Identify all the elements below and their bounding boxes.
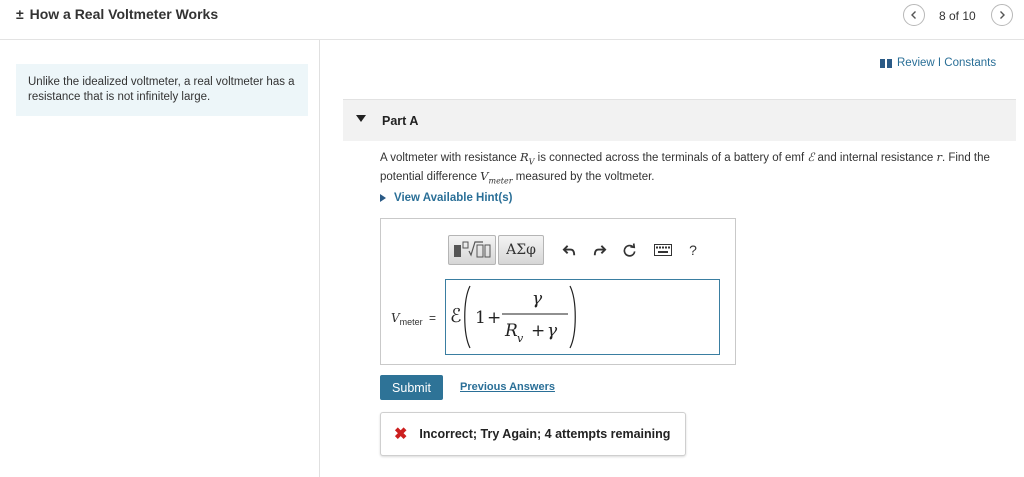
greek-symbols-button[interactable]: ΑΣφ [498, 235, 544, 265]
title-prefix: ± [16, 6, 24, 22]
part-a-header[interactable]: Part A [343, 99, 1016, 141]
right-paren [569, 285, 576, 349]
answer-var-sub: meter [399, 317, 423, 327]
redo-icon [593, 244, 606, 255]
eq-den-r: R [504, 321, 518, 341]
eq-numerator: γ [532, 289, 543, 309]
question-fragment: A voltmeter with resistance [380, 152, 520, 164]
eq-den-plus: + [531, 321, 545, 341]
sidebar-divider [319, 40, 320, 477]
reset-icon [623, 242, 635, 257]
feedback-text: Incorrect; Try Again; 4 attempts remaini… [419, 427, 671, 441]
templates-icon [454, 241, 491, 258]
eq-one: 1 [475, 308, 486, 328]
left-paren [464, 285, 471, 349]
keyboard-icon [654, 244, 672, 256]
question-fragment: is connected across the terminals of a b… [534, 152, 808, 164]
page-title: ± How a Real Voltmeter Works [16, 6, 218, 22]
error-x-icon: ✖ [394, 426, 408, 443]
eq-den-sub: v [517, 332, 524, 345]
rv-symbol: RV [519, 150, 534, 166]
caret-right-icon [380, 194, 386, 202]
intro-text: Unlike the idealized voltmeter, a real v… [28, 76, 295, 103]
caret-down-icon [356, 115, 366, 122]
question-text: A voltmeter with resistance RV is connec… [380, 150, 1016, 189]
view-hints-label: View Available Hint(s) [394, 192, 513, 204]
submit-button[interactable]: Submit [380, 375, 443, 400]
top-bar: ± How a Real Voltmeter Works 8 of 10 [0, 0, 1024, 40]
review-constants-link[interactable]: Review I Constants [880, 57, 996, 69]
vmeter-symbol: Vmeter [480, 169, 513, 186]
math-toolbar: ΑΣφ ? [448, 233, 708, 267]
templates-button[interactable] [448, 235, 496, 265]
view-hints-link[interactable]: View Available Hint(s) [380, 192, 512, 204]
chevron-left-icon [911, 11, 916, 19]
title-text: How a Real Voltmeter Works [29, 6, 219, 22]
question-fragment: and internal resistance [814, 152, 937, 164]
previous-item-button[interactable] [903, 4, 925, 26]
equation-render: ℰ 1 + γ R v + γ [450, 285, 576, 349]
item-counter: 8 of 10 [939, 9, 976, 23]
next-item-button[interactable] [991, 4, 1013, 26]
book-icon [880, 58, 892, 68]
feedback-box: ✖ Incorrect; Try Again; 4 attempts remai… [380, 412, 686, 456]
undo-icon [562, 244, 575, 255]
chevron-right-icon [1000, 11, 1005, 19]
redo-button[interactable] [584, 235, 614, 265]
help-button[interactable]: ? [678, 235, 708, 265]
eq-emf: ℰ [450, 305, 462, 327]
undo-button[interactable] [554, 235, 584, 265]
rv-main: R [519, 150, 529, 164]
eq-plus: + [487, 308, 501, 328]
part-label: Part A [382, 114, 419, 128]
keyboard-button[interactable] [648, 235, 678, 265]
answer-input[interactable]: ℰ 1 + γ R v + γ [445, 279, 720, 355]
review-constants-label: Review I Constants [897, 57, 997, 69]
v-sub: meter [488, 176, 513, 186]
intro-panel: Unlike the idealized voltmeter, a real v… [16, 64, 308, 116]
equals-sign: = [429, 311, 437, 325]
eq-den-gamma: γ [547, 321, 558, 341]
previous-answers-link[interactable]: Previous Answers [460, 381, 555, 393]
answer-var-main: V [391, 311, 400, 325]
question-fragment: measured by the voltmeter. [512, 171, 655, 184]
answer-variable-label: Vmeter = [391, 311, 436, 327]
answer-panel: ΑΣφ ? Vmeter = ℰ 1 + γ R v + γ [380, 218, 736, 365]
reset-button[interactable] [614, 235, 644, 265]
